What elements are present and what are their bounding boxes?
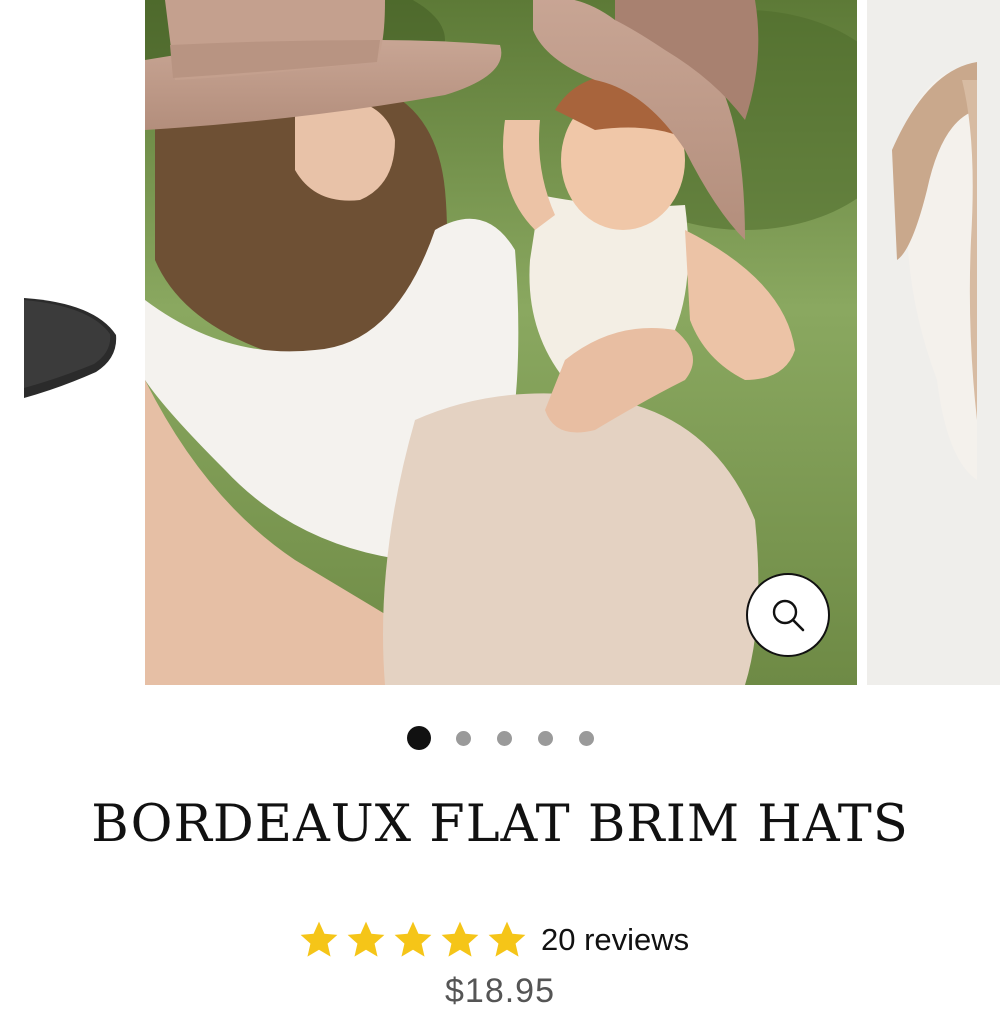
magnifier-icon (772, 599, 805, 632)
pagination-dot-5[interactable] (579, 731, 594, 746)
reviews-link[interactable]: 20 reviews (541, 922, 689, 958)
star-icon (347, 921, 385, 957)
pagination-dot-2[interactable] (456, 731, 471, 746)
hat-image-prev (24, 298, 117, 398)
pagination-dot-3[interactable] (497, 731, 512, 746)
star-icon (300, 921, 338, 957)
star-icon (394, 921, 432, 957)
product-rating[interactable]: 20 reviews (298, 915, 689, 965)
gallery-main-slide[interactable] (145, 0, 857, 685)
star-icon (488, 921, 526, 957)
gallery-prev-slide[interactable] (0, 0, 130, 685)
product-price: $18.95 (445, 972, 555, 1010)
product-title: BORDEAUX FLAT BRIM HATS (91, 795, 909, 854)
zoom-button[interactable] (746, 573, 830, 657)
product-image-gallery[interactable] (0, 0, 1000, 690)
pagination-dot-4[interactable] (538, 731, 553, 746)
pagination-dot-1[interactable] (407, 726, 431, 750)
gallery-next-slide[interactable] (867, 0, 1000, 685)
gallery-pagination (0, 726, 1000, 750)
hat-image-next (867, 0, 1000, 685)
star-icon (441, 921, 479, 957)
product-photo-main (145, 0, 857, 685)
